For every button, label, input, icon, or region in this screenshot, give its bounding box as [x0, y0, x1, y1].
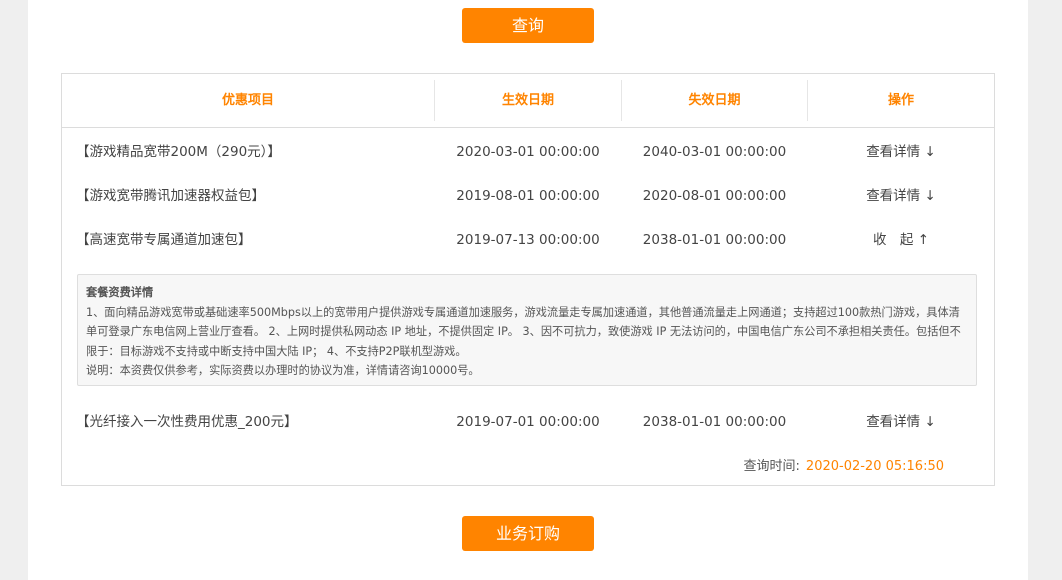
header-end-date: 失效日期	[688, 93, 741, 108]
row-end-date: 2038-01-01 00:00:00	[642, 232, 787, 248]
query-time-value: 2020-02-20 05:16:50	[805, 459, 944, 474]
collapse-details-link[interactable]: 收 起 ↑	[808, 218, 994, 262]
view-details-link[interactable]: 查看详情 ↓	[808, 400, 994, 444]
row-end-date: 2040-03-01 00:00:00	[642, 144, 787, 160]
table-header: 优惠项目 生效日期 失效日期 操作	[62, 74, 994, 128]
page-container: 查询 优惠项目 生效日期 失效日期 操作 【游戏精品宽带200M（290元）】 …	[28, 0, 1028, 580]
row-start-date: 2019-07-01 00:00:00	[456, 414, 600, 430]
detail-note: 说明：本资费仅供参考，实际资费以办理时的协议为准，详情请咨询10000号。	[86, 364, 480, 377]
table-row: 【光纤接入一次性费用优惠_200元】 2019-07-01 00:00:00 2…	[62, 400, 994, 444]
table-row: 【游戏宽带腾讯加速器权益包】 2019-08-01 00:00:00 2020-…	[62, 174, 994, 218]
row-item-name: 【游戏宽带腾讯加速器权益包】	[76, 188, 265, 204]
detail-body: 1、面向精品游戏宽带或基础速率500Mbps以上的宽带用户提供游戏专属通道加速服…	[86, 305, 961, 358]
package-detail-box: 套餐资费详情 1、面向精品游戏宽带或基础速率500Mbps以上的宽带用户提供游戏…	[77, 274, 977, 386]
query-button[interactable]: 查询	[462, 8, 594, 43]
view-details-link[interactable]: 查看详情 ↓	[808, 174, 994, 218]
row-item-name: 【光纤接入一次性费用优惠_200元】	[76, 414, 298, 430]
header-start-date: 生效日期	[501, 93, 554, 108]
row-end-date: 2038-01-01 00:00:00	[642, 414, 787, 430]
row-end-date: 2020-08-01 00:00:00	[642, 188, 787, 204]
table-row: 【游戏精品宽带200M（290元）】 2020-03-01 00:00:00 2…	[62, 130, 994, 174]
row-start-date: 2019-07-13 00:00:00	[456, 232, 600, 248]
table-row: 【高速宽带专属通道加速包】 2019-07-13 00:00:00 2038-0…	[62, 218, 994, 262]
row-start-date: 2019-08-01 00:00:00	[456, 188, 600, 204]
query-time: 查询时间: 2020-02-20 05:16:50	[744, 455, 944, 474]
discount-table-panel: 优惠项目 生效日期 失效日期 操作 【游戏精品宽带200M（290元）】 202…	[61, 73, 995, 486]
header-action: 操作	[887, 93, 914, 108]
row-item-name: 【高速宽带专属通道加速包】	[76, 232, 252, 248]
row-start-date: 2020-03-01 00:00:00	[456, 144, 600, 160]
order-service-button[interactable]: 业务订购	[462, 516, 594, 551]
view-details-link[interactable]: 查看详情 ↓	[808, 130, 994, 174]
row-item-name: 【游戏精品宽带200M（290元）】	[76, 144, 281, 160]
detail-title: 套餐资费详情	[86, 286, 154, 299]
header-discount-item: 优惠项目	[221, 93, 274, 108]
query-time-label: 查询时间:	[743, 459, 800, 474]
